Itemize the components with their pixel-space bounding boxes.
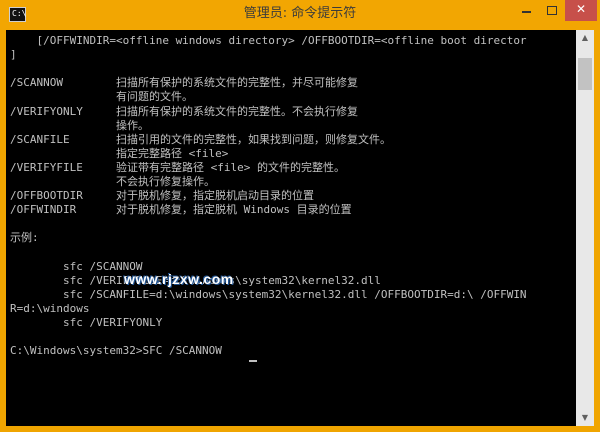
console-line: 不会执行修复操作。 <box>10 175 215 188</box>
cmd-window: C:\ 管理员: 命令提示符 ✕ C:\Windows\system32>SFC… <box>0 0 600 432</box>
console-line: C:\Windows\system32>SFC /SCANNOW <box>10 344 222 358</box>
console-line: 指定完整路径 <file> <box>10 146 229 160</box>
console-line: sfc /VERIFYONLY <box>10 316 163 329</box>
scroll-down-icon[interactable]: ▼ <box>576 410 594 426</box>
console-line: 有问题的文件。 <box>10 90 193 104</box>
console-line: /SCANNOW 扫描所有保护的系统文件的完整性，并尽可能修复 <box>10 76 358 90</box>
console-line: sfc /SCANNOW <box>10 259 143 273</box>
text-cursor <box>249 360 257 362</box>
vertical-scrollbar[interactable]: ▲ ▼ <box>576 30 594 426</box>
close-icon: ✕ <box>575 2 587 16</box>
scroll-up-icon[interactable]: ▲ <box>576 30 594 46</box>
console-line: /SCANFILE 扫描引用的文件的完整性，如果找到问题，则修复文件。 <box>10 132 391 146</box>
minimize-icon <box>521 11 531 13</box>
maximize-icon <box>547 6 557 15</box>
console-line: [/OFFWINDIR=<offline windows directory> … <box>10 34 527 47</box>
console-line: 操作。 <box>10 118 149 132</box>
console-output[interactable]: C:\Windows\system32>SFC /SCANNOW sfc /VE… <box>6 30 576 426</box>
minimize-button[interactable] <box>513 0 539 21</box>
console-line: ] <box>10 48 17 62</box>
watermark-text: www.rjzxw.com <box>124 271 234 287</box>
window-title: 管理员: 命令提示符 <box>243 6 357 21</box>
maximize-button[interactable] <box>539 0 565 21</box>
window-frame-edge <box>594 30 600 432</box>
console-line: /OFFWINDIR 对于脱机修复，指定脱机 Windows 目录的位置 <box>10 203 352 217</box>
scroll-thumb[interactable] <box>578 58 592 90</box>
title-bar[interactable]: C:\ 管理员: 命令提示符 ✕ <box>0 0 600 30</box>
console-line: sfc /SCANFILE=d:\windows\system32\kernel… <box>10 287 527 301</box>
console-line: 示例: <box>10 231 39 245</box>
close-button[interactable]: ✕ <box>565 0 597 21</box>
console-line: /OFFBOOTDIR 对于脱机修复，指定脱机启动目录的位置 <box>10 189 314 203</box>
console-line: R=d:\windows <box>10 301 90 315</box>
console-line: /VERIFYFILE 验证带有完整路径 <file> 的文件的完整性。 <box>10 160 345 174</box>
console-line: /VERIFYONLY 扫描所有保护的系统文件的完整性。不会执行修复 <box>10 104 358 118</box>
